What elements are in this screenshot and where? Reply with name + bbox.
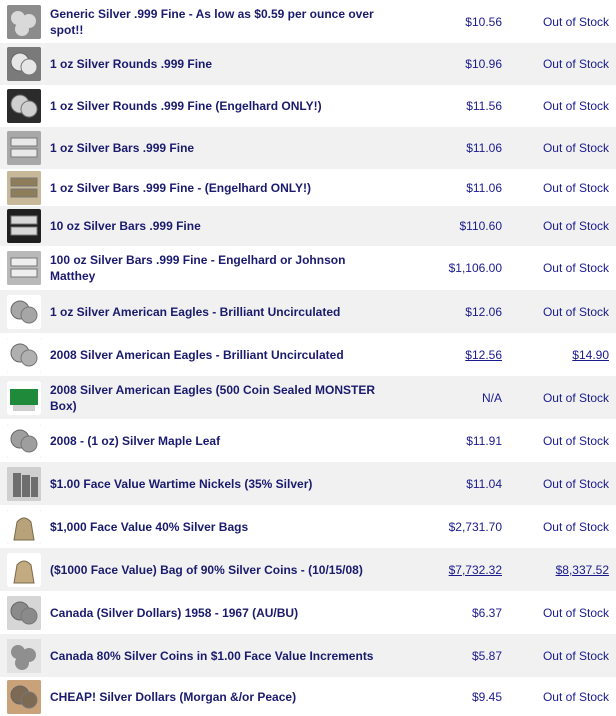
product-name-link[interactable]: 1 oz Silver Bars .999 Fine - (Engelhard … (50, 180, 380, 196)
product-price: $11.04 (466, 476, 502, 491)
table-row: 1 oz Silver Bars .999 Fine $11.06 Out of S… (0, 127, 616, 169)
ten-oz-bars-icon[interactable] (7, 209, 41, 243)
silver-bars-icon[interactable] (7, 131, 41, 165)
canada-dollars-icon[interactable] (7, 596, 41, 630)
stock-status: Out of Stock (542, 14, 609, 29)
table-row: Canada 80% Silver Coins in $1.00 Face Va… (0, 634, 616, 677)
product-name-link[interactable]: Canada 80% Silver Coins in $1.00 Face Va… (50, 648, 380, 664)
product-name-link[interactable]: 100 oz Silver Bars .999 Fine - Engelhard… (50, 252, 380, 284)
product-name-link[interactable]: 10 oz Silver Bars .999 Fine (50, 218, 380, 234)
stock-status: Out of Stock (542, 219, 609, 233)
product-name-link[interactable]: $1,000 Face Value 40% Silver Bags (50, 519, 380, 535)
stock-status: Out of Stock (542, 519, 609, 534)
product-name-link[interactable]: $1.00 Face Value Wartime Nickels (35% Si… (50, 476, 380, 492)
product-price: $1,106.00 (448, 261, 502, 275)
table-row: 1 oz Silver Bars .999 Fine - (Engelhard … (0, 169, 616, 206)
nickels-stack-icon[interactable] (7, 467, 41, 501)
monster-box-icon[interactable] (7, 381, 41, 415)
stock-status: Out of Stock (542, 141, 609, 155)
table-row: 2008 Silver American Eagles (500 Coin Se… (0, 376, 616, 419)
stock-status: Out of Stock (542, 689, 609, 704)
maple-leaf-icon[interactable] (7, 424, 41, 458)
product-price: $11.06 (466, 180, 502, 195)
sell-price-link[interactable]: $14.90 (499, 348, 609, 362)
product-price: $10.96 (465, 57, 502, 71)
table-row: 1 oz Silver Rounds .999 Fine (Engelhard … (0, 85, 616, 127)
stock-status: Out of Stock (542, 390, 609, 405)
hundred-oz-bars-icon[interactable] (7, 251, 41, 285)
silver-rounds-icon[interactable] (7, 47, 41, 81)
product-price: $2,731.70 (448, 519, 502, 534)
product-price: $11.56 (466, 99, 502, 113)
product-price: $11.91 (466, 433, 502, 448)
american-eagle-2008-icon[interactable] (7, 338, 41, 372)
table-row: 2008 - (1 oz) Silver Maple Leaf $11.91 Out… (0, 419, 616, 462)
engelhard-rounds-icon[interactable] (7, 89, 41, 123)
silver-dollars-icon[interactable] (7, 680, 41, 714)
stock-status: Out of Stock (542, 476, 609, 491)
stock-status: Out of Stock (542, 605, 609, 620)
table-row: CHEAP! Silver Dollars (Morgan &/or Peace… (0, 677, 616, 716)
stock-status: Out of Stock (542, 180, 609, 195)
american-eagle-icon[interactable] (7, 295, 41, 329)
engelhard-bars-icon[interactable] (7, 171, 41, 205)
table-row: $1,000 Face Value 40% Silver Bags $2,731.… (0, 505, 616, 548)
product-price[interactable]: $12.56 (392, 348, 502, 362)
silver-pile-icon[interactable] (7, 5, 41, 39)
product-name-link[interactable]: Generic Silver .999 Fine - As low as $0.… (50, 6, 380, 38)
product-name-link[interactable]: ($1000 Face Value) Bag of 90% Silver Coi… (50, 562, 380, 578)
table-row: 1 oz Silver Rounds .999 Fine $10.96 Out of… (0, 43, 616, 85)
stock-status: Out of Stock (542, 433, 609, 448)
product-price: $11.06 (466, 141, 502, 155)
product-price: $10.56 (465, 14, 502, 29)
canada-coins-icon[interactable] (7, 639, 41, 673)
product-name-link[interactable]: 1 oz Silver Bars .999 Fine (50, 140, 380, 156)
product-name-link[interactable]: 1 oz Silver Rounds .999 Fine (50, 56, 380, 72)
product-name-link[interactable]: 1 oz Silver Rounds .999 Fine (Engelhard … (50, 98, 380, 114)
product-price: $9.45 (471, 689, 502, 704)
stock-status: Out of Stock (542, 99, 609, 113)
table-row: Canada (Silver Dollars) 1958 - 1967 (AU/… (0, 591, 616, 634)
table-row: ($1000 Face Value) Bag of 90% Silver Coi… (0, 548, 616, 591)
product-price: N/A (481, 390, 502, 405)
sell-price-link[interactable]: $8,337.52 (499, 563, 609, 577)
product-name-link[interactable]: Canada (Silver Dollars) 1958 - 1967 (AU/… (50, 605, 380, 621)
product-price[interactable]: $7,732.32 (392, 563, 502, 577)
product-price: $110.60 (459, 219, 503, 233)
product-name-link[interactable]: CHEAP! Silver Dollars (Morgan &/or Peace… (50, 689, 380, 705)
stock-status: Out of Stock (542, 648, 609, 663)
product-price: $5.87 (471, 648, 502, 663)
stock-status: Out of Stock (542, 261, 609, 275)
product-name-link[interactable]: 2008 - (1 oz) Silver Maple Leaf (50, 433, 380, 449)
table-row: 10 oz Silver Bars .999 Fine $110.60 Out of… (0, 206, 616, 246)
table-row: 1 oz Silver American Eagles - Brilliant … (0, 290, 616, 333)
table-row: $1.00 Face Value Wartime Nickels (35% Si… (0, 462, 616, 505)
table-row: 100 oz Silver Bars .999 Fine - Engelhard… (0, 246, 616, 290)
stock-status: Out of Stock (542, 57, 609, 71)
stock-status: Out of Stock (542, 304, 609, 319)
table-row: Generic Silver .999 Fine - As low as $0.… (0, 0, 616, 43)
product-name-link[interactable]: 2008 Silver American Eagles (500 Coin Se… (50, 382, 380, 414)
coin-bag-icon[interactable] (7, 510, 41, 544)
product-name-link[interactable]: 1 oz Silver American Eagles - Brilliant … (50, 304, 380, 320)
product-price: $6.37 (471, 605, 502, 620)
product-price: $12.06 (465, 304, 502, 319)
coin-bag-90-icon[interactable] (7, 553, 41, 587)
table-row: 2008 Silver American Eagles - Brilliant … (0, 333, 616, 376)
product-name-link[interactable]: 2008 Silver American Eagles - Brilliant … (50, 347, 380, 363)
